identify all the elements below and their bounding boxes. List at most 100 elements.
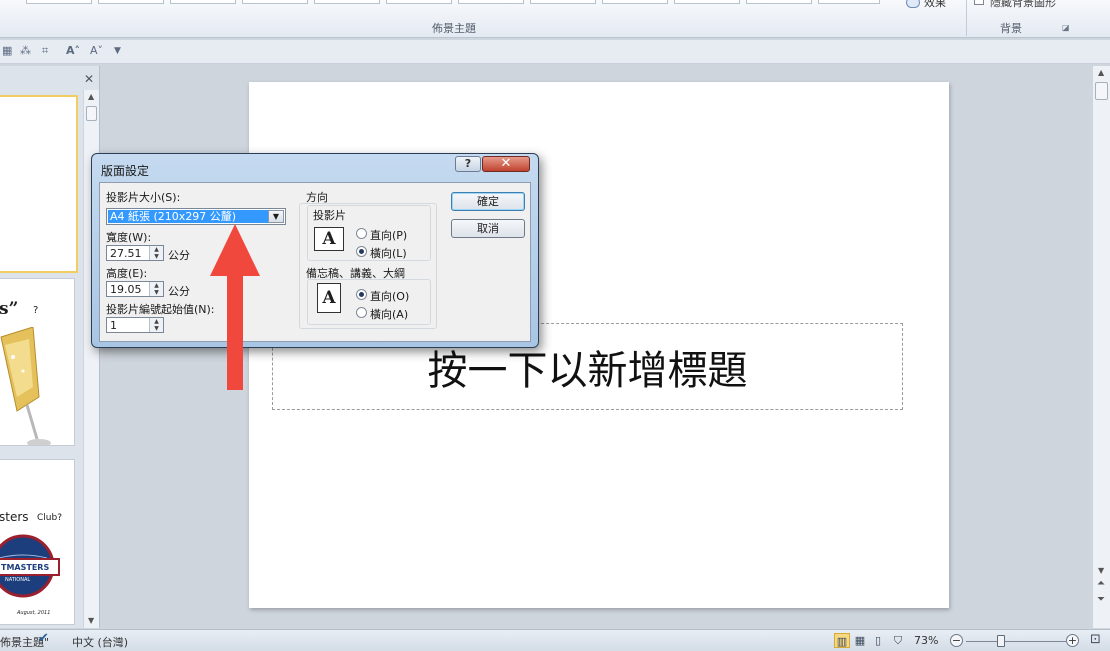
shrink-font-icon[interactable]: A˅ (90, 44, 103, 57)
grow-font-icon[interactable]: A˄ (66, 44, 80, 57)
scroll-down-icon[interactable]: ▼ (1098, 566, 1104, 575)
zoom-in-icon[interactable]: + (1066, 634, 1079, 647)
language-indicator[interactable]: 中文 (台灣) (72, 634, 128, 650)
height-spinner[interactable]: 19.05 ▲ ▼ (106, 281, 164, 297)
previous-slide-icon[interactable]: ⏶ (1097, 578, 1105, 589)
zoom-level[interactable]: 73% (914, 634, 938, 647)
slide-size-value: A4 紙張 (210x297 公釐) (108, 210, 268, 223)
close-pane-icon[interactable]: ✕ (84, 72, 94, 86)
close-button[interactable]: ✕ (482, 156, 530, 172)
slide-thumbnail-text: s” (0, 299, 19, 319)
width-value: 27.51 (110, 247, 142, 260)
theme-thumbnail[interactable] (242, 0, 308, 4)
theme-thumbnail[interactable] (674, 0, 740, 4)
slide-thumbnail-2[interactable]: s” ? (0, 278, 75, 446)
scroll-up-icon[interactable]: ▲ (88, 92, 94, 101)
slide-thumbnail-footer: August, 2011 (17, 610, 51, 616)
champagne-glass-image (0, 327, 51, 445)
status-bar: 佈景主題" ✔ 中文 (台灣) ▥ ▦ ▯ ⛉ 73% − + ⊡ (0, 629, 1110, 651)
theme-thumbnail[interactable] (386, 0, 452, 4)
slides-group-label: 投影片 (313, 209, 346, 222)
height-value: 19.05 (110, 283, 142, 296)
landscape-page-icon: A (314, 227, 344, 251)
zoom-slider-track[interactable] (966, 641, 1066, 642)
slide-thumbnail-text: ? (33, 305, 39, 316)
theme-thumbnail[interactable] (170, 0, 236, 4)
reading-view-icon[interactable]: ▯ (870, 633, 886, 648)
slide-thumbnail-3[interactable]: sters Club? TMASTERS NATIONAL August, 20… (0, 459, 75, 625)
hide-background-checkbox[interactable] (974, 0, 984, 5)
theme-thumbnail[interactable] (818, 0, 880, 4)
drawing-toolbar: ▦ ⁂ ⌗ A˄ A˅ ▼ (0, 40, 1110, 64)
height-label: 高度(E): (106, 267, 148, 280)
slide-thumbnail-pane: s” ? sters Club? TMASTERS NATIONAL Augus… (0, 66, 100, 628)
next-slide-icon[interactable]: ⏷ (1097, 594, 1105, 605)
notes-portrait-radio[interactable] (356, 289, 367, 300)
theme-thumbnail[interactable] (314, 0, 380, 4)
zoom-out-icon[interactable]: − (950, 634, 963, 647)
theme-thumbnail[interactable] (98, 0, 164, 4)
effects-icon[interactable] (906, 0, 920, 8)
scroll-thumb[interactable] (1095, 82, 1108, 100)
slide-sorter-view-icon[interactable]: ▦ (852, 633, 868, 648)
spinner-arrows-icon[interactable]: ▲ ▼ (149, 318, 163, 332)
theme-thumbnail[interactable] (746, 0, 812, 4)
toastmasters-logo: TMASTERS NATIONAL (0, 534, 60, 598)
theme-thumbnail[interactable] (458, 0, 524, 4)
numbering-label: 投影片編號起始值(N): (106, 303, 215, 316)
height-unit: 公分 (168, 285, 190, 298)
dialog-launcher-icon[interactable]: ◪ (1062, 23, 1070, 32)
dialog-title: 版面設定 (101, 164, 150, 178)
logo-text: TMASTERS (1, 563, 49, 572)
scroll-up-icon[interactable]: ▲ (1098, 68, 1104, 77)
spinner-arrows-icon[interactable]: ▲ ▼ (149, 246, 163, 260)
width-label: 寬度(W): (106, 231, 152, 244)
slides-portrait-label[interactable]: 直向(P) (370, 227, 407, 243)
zoom-slider-knob[interactable] (997, 635, 1005, 647)
slideshow-view-icon[interactable]: ⛉ (890, 633, 906, 648)
portrait-page-icon: A (317, 283, 341, 313)
grid-icon[interactable]: ▦ (2, 44, 12, 57)
slides-portrait-radio[interactable] (356, 228, 367, 239)
hide-background-label[interactable]: 隱藏背景圖形 (990, 0, 1056, 10)
scroll-down-icon[interactable]: ▼ (88, 616, 94, 625)
fit-slide-icon[interactable]: ⊡ (1090, 632, 1101, 647)
ok-button[interactable]: 確定 (451, 192, 525, 211)
background-group-label: 背景 (1000, 22, 1022, 35)
theme-thumbnail[interactable] (602, 0, 668, 4)
cancel-button[interactable]: 取消 (451, 219, 525, 238)
notes-landscape-label[interactable]: 橫向(A) (370, 306, 408, 322)
notes-landscape-radio[interactable] (356, 307, 367, 318)
width-spinner[interactable]: 27.51 ▲ ▼ (106, 245, 164, 261)
dialog-body: 投影片大小(S): A4 紙張 (210x297 公釐) ▼ 寬度(W): 27… (99, 182, 531, 342)
numbering-spinner[interactable]: 1 ▲ ▼ (106, 317, 164, 333)
slide-size-dropdown[interactable]: A4 紙張 (210x297 公釐) ▼ (106, 208, 286, 225)
width-unit: 公分 (168, 249, 190, 262)
themes-group-label: 佈景主題 (432, 22, 476, 35)
ungroup-icon[interactable]: ⌗ (42, 44, 48, 58)
group-divider (966, 0, 967, 36)
slide-thumbnail-1[interactable] (0, 95, 78, 273)
numbering-value: 1 (110, 319, 117, 332)
page-setup-dialog: 版面設定 ? ✕ 投影片大小(S): A4 紙張 (210x297 公釐) ▼ … (91, 153, 539, 348)
slide-thumbnail-text: Club? (37, 513, 62, 523)
help-button[interactable]: ? (455, 156, 481, 172)
effects-button[interactable]: 效果 (924, 0, 946, 10)
ribbon: 效果 隱藏背景圖形 佈景主題 背景 ◪ (0, 0, 1110, 38)
annotation-arrow (210, 224, 260, 390)
spinner-arrows-icon[interactable]: ▲ ▼ (149, 282, 163, 296)
group-icon[interactable]: ⁂ (20, 44, 31, 57)
slide-size-label: 投影片大小(S): (106, 191, 181, 204)
slides-landscape-label[interactable]: 橫向(L) (370, 245, 407, 261)
editor-scrollbar[interactable]: ▲ ▼ ⏶ ⏷ (1092, 66, 1110, 628)
theme-thumbnail[interactable] (530, 0, 596, 4)
slides-landscape-radio[interactable] (356, 246, 367, 257)
scroll-thumb[interactable] (86, 106, 97, 121)
normal-view-icon[interactable]: ▥ (834, 633, 850, 648)
chevron-down-icon[interactable]: ▼ (268, 210, 284, 223)
notes-portrait-label[interactable]: 直向(O) (370, 288, 409, 304)
slide-thumbnail-text: sters (0, 510, 29, 524)
theme-thumbnail[interactable] (26, 0, 92, 4)
customize-toolbar-icon[interactable]: ▼ (114, 46, 121, 56)
spellcheck-icon[interactable]: ✔ (38, 631, 49, 646)
